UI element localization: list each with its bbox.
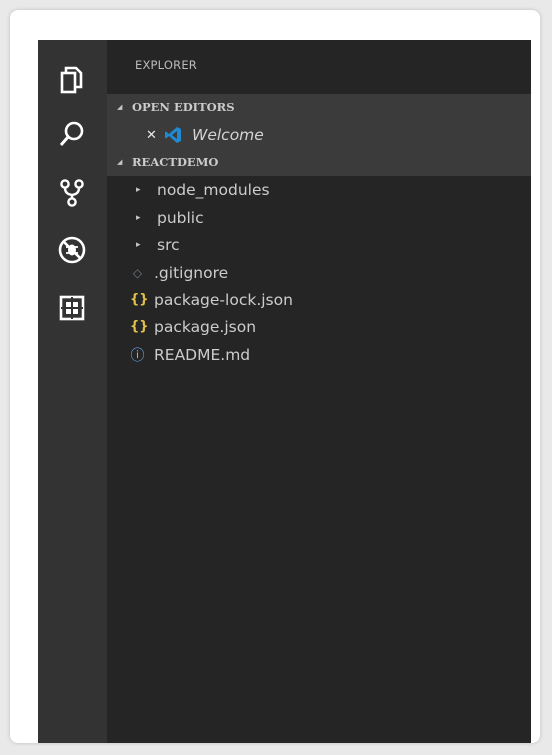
- search-icon[interactable]: [54, 116, 90, 152]
- file-readme-md[interactable]: ⓘ README.md: [107, 341, 531, 368]
- explorer-title: EXPLORER: [135, 58, 197, 72]
- project-header[interactable]: ◢ REACTDEMO: [107, 151, 531, 173]
- debug-icon[interactable]: [54, 232, 90, 268]
- folder-label: public: [157, 208, 204, 227]
- project-label: REACTDEMO: [132, 155, 219, 169]
- file-label: package-lock.json: [154, 290, 293, 309]
- collapse-caret-icon: ◢: [117, 103, 123, 111]
- open-editors-label: OPEN EDITORS: [132, 100, 235, 114]
- vscode-icon: [165, 127, 181, 143]
- file-package-json[interactable]: {} package.json: [107, 313, 531, 340]
- open-editor-label: Welcome: [192, 126, 264, 144]
- folder-label: node_modules: [157, 180, 270, 199]
- vscode-window: EXPLORER ◢ OPEN EDITORS ✕ Welcome ◢ REAC…: [38, 40, 531, 743]
- file-label: package.json: [154, 317, 257, 336]
- file-label: .gitignore: [154, 263, 229, 282]
- folder-public[interactable]: ▸ public: [107, 204, 531, 231]
- folder-node-modules[interactable]: ▸ node_modules: [107, 176, 531, 203]
- close-icon[interactable]: ✕: [146, 128, 158, 143]
- chevron-right-icon: ▸: [136, 239, 141, 250]
- open-editor-item[interactable]: ✕ Welcome: [107, 121, 531, 149]
- files-icon[interactable]: [54, 62, 90, 98]
- json-icon: {}: [130, 292, 149, 307]
- file-gitignore[interactable]: ◇ .gitignore: [107, 259, 531, 286]
- source-control-icon[interactable]: [54, 175, 90, 211]
- chevron-right-icon: ▸: [136, 184, 141, 195]
- folder-src[interactable]: ▸ src: [107, 231, 531, 258]
- json-icon: {}: [130, 319, 149, 334]
- folder-label: src: [157, 235, 180, 254]
- explorer-panel: EXPLORER ◢ OPEN EDITORS ✕ Welcome ◢ REAC…: [107, 40, 531, 743]
- activity-bar: [38, 40, 107, 743]
- git-diamond-icon: ◇: [132, 265, 143, 280]
- collapse-caret-icon: ◢: [117, 158, 123, 166]
- file-label: README.md: [154, 345, 251, 364]
- info-icon: ⓘ: [130, 347, 145, 364]
- open-editors-header[interactable]: ◢ OPEN EDITORS: [107, 96, 531, 118]
- page-frame: EXPLORER ◢ OPEN EDITORS ✕ Welcome ◢ REAC…: [10, 10, 540, 743]
- chevron-right-icon: ▸: [136, 212, 141, 223]
- extensions-icon[interactable]: [54, 290, 90, 326]
- file-package-lock-json[interactable]: {} package-lock.json: [107, 286, 531, 313]
